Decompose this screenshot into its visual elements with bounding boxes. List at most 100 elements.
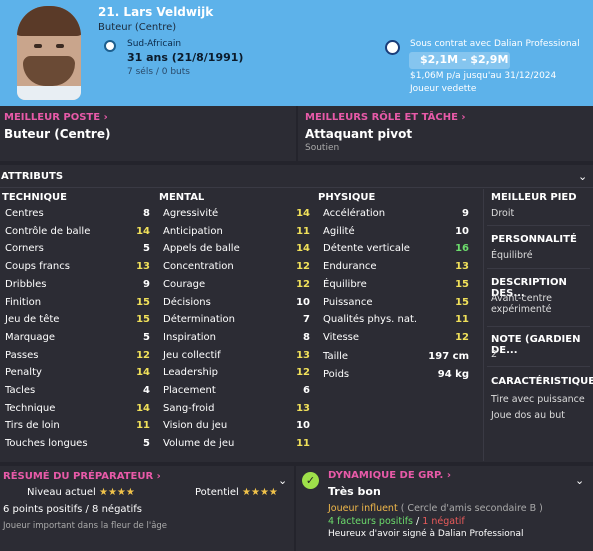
attribute-name: Équilibre (323, 278, 367, 290)
trait-item: Joue dos au but (491, 410, 565, 421)
attribute-name: Concentration (163, 261, 234, 273)
attribute-name: Vision du jeu (163, 420, 228, 432)
attribute-row[interactable]: Tirs de loin 11 (5, 420, 150, 437)
attribute-row[interactable]: Finition 15 (5, 297, 150, 314)
best-role-value: Attaquant pivot (305, 127, 413, 141)
attribute-row[interactable]: Placement 6 (163, 385, 310, 402)
player-age: 31 ans (21/8/1991) (127, 51, 244, 64)
potential-stars: ★★★★ (242, 487, 278, 498)
attribute-row[interactable]: Volume de jeu 11 (163, 438, 310, 455)
attribute-name: Sang-froid (163, 402, 215, 414)
social-circle: ( Cercle d'amis secondaire B ) (397, 503, 543, 514)
attribute-value: 13 (296, 349, 310, 361)
attribute-row[interactable]: Passes 12 (5, 350, 150, 367)
coach-report-panel[interactable]: RÉSUMÉ DU PRÉPARATEUR › Niveau actuel ★★… (0, 466, 294, 551)
attribute-value: 10 (455, 225, 469, 237)
attribute-row[interactable]: Centres 8 (5, 208, 150, 225)
best-role-panel[interactable]: MEILLEURS RÔLE ET TÂCHE › Attaquant pivo… (298, 106, 593, 161)
attribute-name: Centres (5, 208, 44, 219)
attribute-row[interactable]: Agilité 10 (323, 226, 469, 243)
attribute-row[interactable]: Courage 12 (163, 279, 310, 296)
player-header: 21. Lars Veldwijk Buteur (Centre) Sud-Af… (0, 0, 593, 106)
mental-title: MENTAL (159, 192, 205, 203)
chevron-right-icon: › (156, 471, 161, 482)
attribute-row[interactable]: Inspiration 8 (163, 332, 310, 349)
dynamics-note: Heureux d'avoir signé à Dalian Professio… (328, 529, 524, 539)
club-logo-icon (385, 40, 400, 55)
attribute-name: Passes (5, 349, 39, 361)
attribute-row[interactable]: Équilibre 15 (323, 279, 469, 296)
flag-icon (104, 40, 116, 52)
best-foot-value: Droit (491, 208, 515, 219)
attribute-row[interactable]: Endurance 13 (323, 261, 469, 278)
weight-value: 94 kg (437, 369, 469, 380)
attribute-value: 14 (296, 208, 310, 219)
personality-title: PERSONNALITÉ (491, 234, 577, 245)
height-value: 197 cm (428, 351, 469, 362)
attribute-name: Appels de balle (163, 243, 240, 255)
attribute-row[interactable]: Touches longues 5 (5, 438, 150, 455)
attribute-name: Coups francs (5, 261, 70, 273)
player-wage: $1,06M p/a jusqu'au 31/12/2024 (410, 71, 557, 81)
technical-title: TECHNIQUE (2, 192, 67, 203)
dynamics-title: DYNAMIQUE DE GRP. (328, 470, 444, 481)
attribute-row[interactable]: Décisions 10 (163, 297, 310, 314)
chevron-down-icon[interactable]: ⌄ (278, 474, 287, 487)
attribute-value: 13 (296, 402, 310, 414)
attribute-row[interactable]: Anticipation 11 (163, 226, 310, 243)
best-position-panel[interactable]: MEILLEUR POSTE › Buteur (Centre) (0, 106, 296, 161)
attribute-row[interactable]: Concentration 12 (163, 261, 310, 278)
attribute-row[interactable]: Corners 5 (5, 243, 150, 260)
slash-separator: / (413, 516, 423, 527)
attribute-row[interactable]: Tacles 4 (5, 385, 150, 402)
attribute-value: 4 (143, 385, 150, 396)
attribute-row[interactable]: Détente verticale 16 (323, 243, 469, 260)
player-name: 21. Lars Veldwijk (98, 5, 214, 19)
attribute-name: Décisions (163, 296, 211, 308)
attribute-row[interactable]: Leadership 12 (163, 367, 310, 384)
attribute-row[interactable]: Jeu collectif 13 (163, 350, 310, 367)
attribute-value: 6 (303, 385, 310, 396)
player-photo (17, 6, 81, 100)
attribute-row[interactable]: Accélération 9 (323, 208, 469, 225)
attribute-row[interactable]: Jeu de tête 15 (5, 314, 150, 331)
attribute-value: 12 (136, 349, 150, 361)
attribute-row[interactable]: Dribbles 9 (5, 279, 150, 296)
traits-title: CARACTÉRISTIQUE... (491, 376, 593, 387)
attribute-row[interactable]: Puissance 15 (323, 297, 469, 314)
attribute-value: 12 (296, 278, 310, 290)
attribute-row[interactable]: Vitesse 12 (323, 332, 469, 349)
attribute-name: Agressivité (163, 208, 219, 219)
attribute-row[interactable]: Contrôle de balle 14 (5, 226, 150, 243)
coach-report-title: RÉSUMÉ DU PRÉPARATEUR (3, 471, 154, 482)
attribute-row[interactable]: Agressivité 14 (163, 208, 310, 225)
attribute-value: 7 (303, 314, 310, 326)
team-dynamics-panel[interactable]: ✓ DYNAMIQUE DE GRP. › ⌄ Très bon Joueur … (296, 466, 593, 551)
best-role-duty: Soutien (305, 143, 340, 153)
attribute-row[interactable]: Coups francs 13 (5, 261, 150, 278)
attribute-row[interactable]: Qualités phys. nat. 11 (323, 314, 469, 331)
influence-level: Joueur influent (328, 503, 398, 514)
current-ability-stars: ★★★★ (98, 487, 135, 498)
contract-club: Sous contrat avec Dalian Professional (410, 39, 580, 49)
attribute-name: Finition (5, 296, 42, 308)
attribute-row[interactable]: Penalty 14 (5, 367, 150, 384)
attribute-row[interactable]: Marquage 5 (5, 332, 150, 349)
chevron-down-icon[interactable]: ⌄ (575, 474, 584, 487)
best-position-title: MEILLEUR POSTE (4, 112, 101, 123)
attribute-value: 15 (455, 296, 469, 308)
attribute-value: 15 (136, 296, 150, 308)
chevron-down-icon[interactable]: ⌄ (578, 170, 587, 183)
attribute-value: 5 (143, 438, 150, 450)
attribute-value: 10 (296, 296, 310, 308)
attribute-row[interactable]: Technique 14 (5, 403, 150, 420)
attribute-row[interactable]: Vision du jeu 10 (163, 420, 310, 437)
attribute-name: Tirs de loin (5, 420, 60, 432)
attribute-name: Agilité (323, 225, 355, 237)
attribute-row[interactable]: Sang-froid 13 (163, 403, 310, 420)
attribute-name: Dribbles (5, 278, 47, 290)
attribute-row[interactable]: Détermination 7 (163, 314, 310, 331)
attribute-name: Vitesse (323, 331, 360, 343)
attribute-row[interactable]: Appels de balle 14 (163, 243, 310, 260)
attribute-value: 15 (455, 278, 469, 290)
